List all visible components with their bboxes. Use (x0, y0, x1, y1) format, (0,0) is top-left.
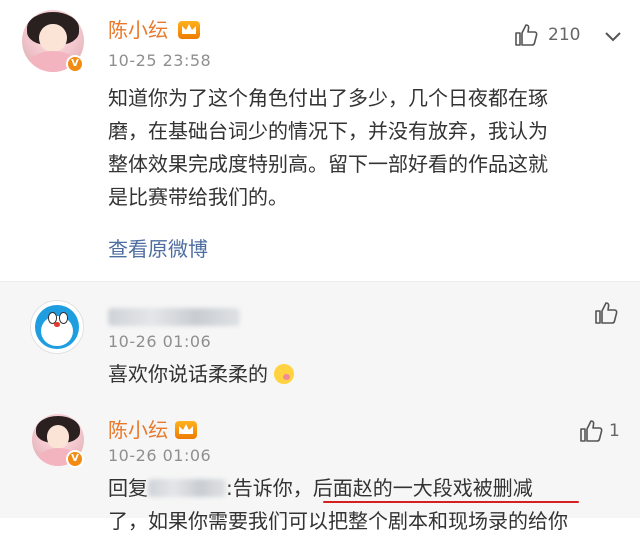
verified-badge: V (66, 450, 84, 468)
underlined-text: 后面赵的一大段戏被删减 (312, 476, 533, 500)
view-original-link[interactable]: 查看原微博 (108, 237, 208, 261)
timestamp: 10-25 23:58 (108, 51, 212, 70)
chevron-down-icon[interactable] (604, 28, 622, 42)
main-comment: V 陈小纭 10-25 23:58 210 知道你为了这个角色付出了多少，几个日… (0, 0, 640, 282)
timestamp: 10-26 01:06 (108, 332, 212, 351)
red-underline (323, 501, 579, 503)
thumbs-up-icon[interactable] (513, 22, 539, 48)
blush-emoji (274, 364, 295, 384)
username[interactable]: 陈小纭 (108, 418, 168, 442)
crown-icon (178, 21, 200, 39)
reply-text-cutoff: 了，如果你需要我们可以把整个剧本和现场录的给你 (108, 509, 568, 533)
thumbs-up-icon[interactable] (593, 300, 619, 326)
blurred-username[interactable] (108, 308, 240, 326)
thumbs-up-icon[interactable] (578, 418, 604, 444)
like-count: 210 (548, 25, 581, 45)
blurred-username[interactable] (148, 479, 226, 497)
like-count: 1 (609, 421, 620, 441)
verified-badge: V (66, 55, 84, 73)
timestamp: 10-26 01:06 (108, 446, 212, 465)
crown-icon (175, 421, 197, 439)
username[interactable]: 陈小纭 (108, 18, 168, 42)
comment-text: 知道你为了这个角色付出了多少，几个日夜都在琢 磨，在基础台词少的情况下，并没有放… (108, 86, 548, 209)
replies-section: 10-26 01:06 喜欢你说话柔柔的 V 陈小纭 10-26 01:06 1… (0, 282, 640, 533)
reply-text: 喜欢你说话柔柔的 (108, 358, 295, 391)
avatar[interactable] (30, 300, 84, 354)
